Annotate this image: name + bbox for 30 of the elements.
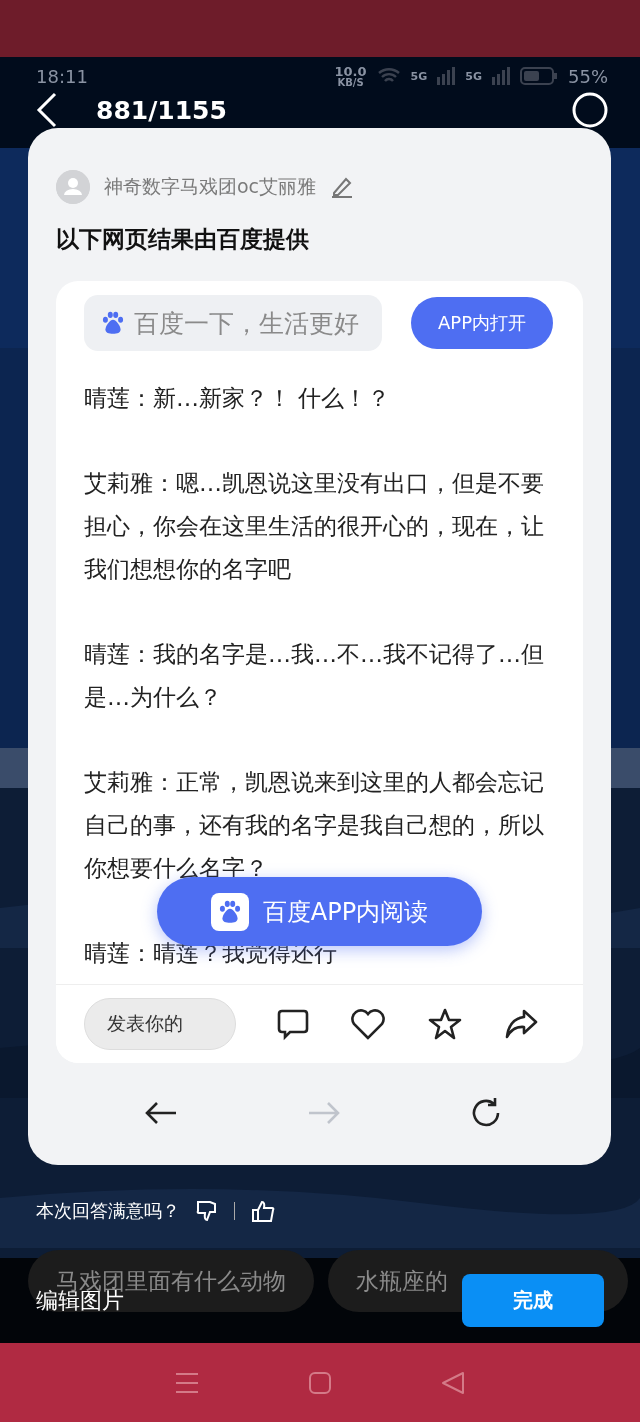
thumbs-down-icon[interactable] bbox=[196, 1200, 218, 1222]
clock: 18:11 bbox=[36, 65, 88, 87]
back-icon[interactable] bbox=[36, 92, 58, 128]
battery-icon bbox=[520, 67, 558, 85]
back-arrow-icon[interactable] bbox=[144, 1101, 178, 1125]
image-counter: 881/1155 bbox=[96, 95, 227, 125]
pencil-icon[interactable] bbox=[330, 175, 355, 199]
network-type: 5G bbox=[465, 69, 482, 83]
network-type: 5G bbox=[410, 69, 428, 83]
comment-icon[interactable] bbox=[276, 1007, 311, 1041]
signal-icon bbox=[492, 67, 510, 85]
dialogue-paragraph: 晴莲：新…新家？！ 什么！？ bbox=[84, 384, 392, 413]
network-speed: 10.0 bbox=[334, 64, 367, 78]
search-field[interactable]: 百度一下，生活更好 bbox=[84, 295, 382, 351]
signal-icon bbox=[437, 67, 456, 85]
feedback-question: 本次回答满意吗？ bbox=[36, 1199, 180, 1223]
author-name: 神奇数字马戏团oc艾丽雅 bbox=[104, 174, 317, 199]
heart-icon[interactable] bbox=[350, 1007, 387, 1041]
dialogue-paragraph: 晴莲：我的名字是…我…不…我不记得了…但是…为什么？ bbox=[84, 640, 545, 712]
dialogue-paragraph: 艾莉雅：嗯…凯恩说这里没有出口，但是不要担心，你会在这里生活的很开心的，现在，让我们想想你的名字吧 bbox=[84, 469, 545, 584]
baidu-paw-icon bbox=[100, 310, 126, 336]
comment-field[interactable]: 发表你的 bbox=[84, 998, 236, 1050]
circle-icon[interactable] bbox=[572, 92, 608, 128]
battery-level: 55% bbox=[568, 65, 608, 87]
open-in-app-button[interactable]: APP内打开 bbox=[411, 297, 553, 349]
answer-heading: 以下网页结果由百度提供 bbox=[56, 225, 310, 254]
done-button[interactable]: 完成 bbox=[462, 1274, 604, 1327]
speed-unit: KB/S bbox=[337, 77, 364, 88]
star-icon[interactable] bbox=[426, 1007, 463, 1041]
thumbs-up-icon[interactable] bbox=[251, 1200, 275, 1222]
